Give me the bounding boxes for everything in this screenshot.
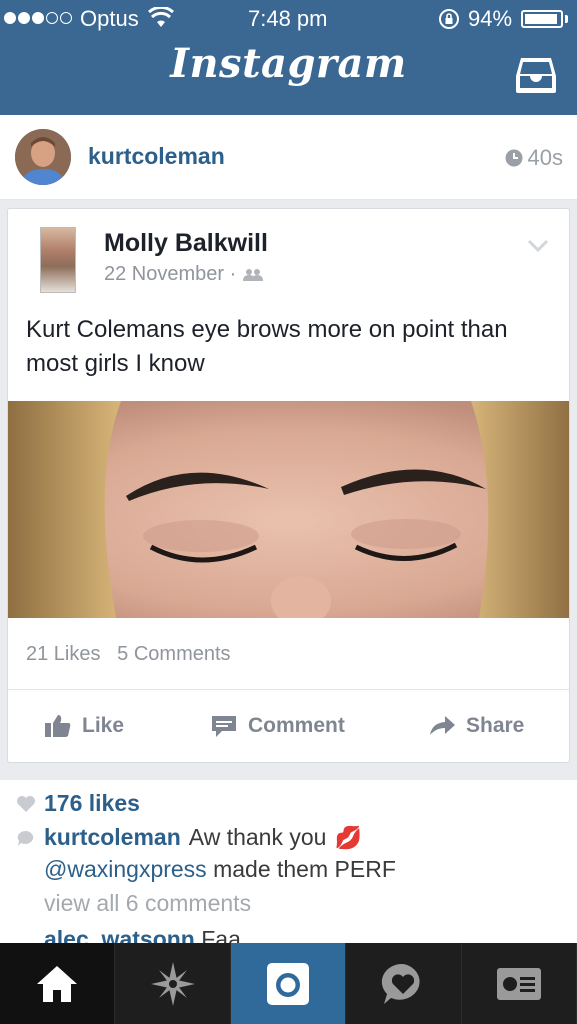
battery-level-fill [525,14,557,24]
share-arrow-icon [430,716,455,735]
comment-icon [212,716,236,737]
chevron-down-icon [527,239,549,253]
embedded-share-action: Share [428,713,524,739]
tab-activity[interactable] [346,943,462,1024]
clock-icon [505,149,523,167]
bottom-tab-bar [0,943,577,1024]
rotation-lock-icon [439,9,459,29]
post-age: 40s [505,145,563,171]
camera-icon [266,962,309,1005]
home-icon [37,965,78,1002]
embedded-comment-count: 5 Comments [117,643,231,665]
divider [8,689,569,690]
caption-mention[interactable]: @waxingxpress [44,856,207,882]
instagram-screen: Optus 7:48 pm 94% Instagram kurtcoleman … [0,0,577,1024]
comment-row: alec_watsonn Faa [44,926,241,943]
post-age-text: 40s [527,145,563,170]
clock-time: 7:48 pm [248,6,328,31]
avatar-photo [15,129,71,185]
comment-username[interactable]: alec_watsonn [44,926,195,943]
battery-icon [521,10,563,28]
embedded-post-date: 22 November · [104,263,264,286]
avatar[interactable] [15,129,71,185]
battery-tip [565,15,568,23]
embedded-share-label: Share [466,714,525,737]
carrier-name: Optus [80,6,139,31]
profile-icon [496,967,541,1000]
author-profile-thumbnail [40,227,76,293]
embedded-facebook-post: Molly Balkwill 22 November · Kurt Colema… [7,208,570,763]
comment-bubble-icon [17,830,34,846]
caption-text-2: made them PERF [213,856,396,882]
top-bar: Optus 7:48 pm 94% Instagram [0,0,577,115]
embedded-author-name: Molly Balkwill [104,229,268,257]
caption-username[interactable]: kurtcoleman [44,824,181,851]
post-photo[interactable]: Molly Balkwill 22 November · Kurt Colema… [0,200,577,780]
tab-profile[interactable] [462,943,577,1024]
embedded-like-count: 21 Likes [26,643,101,665]
embedded-like-action: Like [44,713,124,739]
explore-icon [150,961,195,1006]
caption-row: kurtcoleman Aw thank you 💋 [16,824,362,851]
like-count: 176 likes [44,790,140,816]
heart-icon [17,795,35,812]
wifi-icon [148,7,174,27]
tab-explore[interactable] [115,943,231,1024]
comment-text: Faa [201,926,241,943]
embedded-comment-label: Comment [248,714,345,737]
tab-camera[interactable] [230,943,347,1024]
caption-text: Aw thank you [188,824,327,850]
post-header: kurtcoleman 40s [0,115,577,200]
like-count-row[interactable]: 176 likes [16,790,140,817]
eyebrows-photo [8,401,569,618]
caption-line-2: @waxingxpress made them PERF [44,856,396,883]
embedded-counts: 21 Likes 5 Comments [26,643,231,666]
inbox-icon[interactable] [515,56,557,94]
embedded-action-bar: Like Comment Share [8,695,569,757]
app-logo: Instagram [170,40,407,87]
status-bar: Optus 7:48 pm 94% [0,0,577,38]
view-all-comments-link[interactable]: view all 6 comments [44,890,251,917]
embedded-like-label: Like [82,714,125,737]
embedded-date-separator: · [229,263,237,285]
embedded-date-text: 22 November [104,263,225,285]
battery-percentage: 94% [468,6,513,31]
thumbs-up-icon [45,715,71,737]
activity-icon [382,963,420,1004]
signal-strength-icon [4,12,72,24]
kiss-emoji: 💋 [334,824,362,850]
tab-home[interactable] [0,943,116,1024]
embedded-comment-action: Comment [210,713,345,739]
post-social: 176 likes kurtcoleman Aw thank you 💋 @wa… [0,786,577,943]
embedded-post-text: Kurt Colemans eye brows more on point th… [26,316,508,377]
post-username[interactable]: kurtcoleman [88,143,225,170]
friends-icon [242,268,263,281]
